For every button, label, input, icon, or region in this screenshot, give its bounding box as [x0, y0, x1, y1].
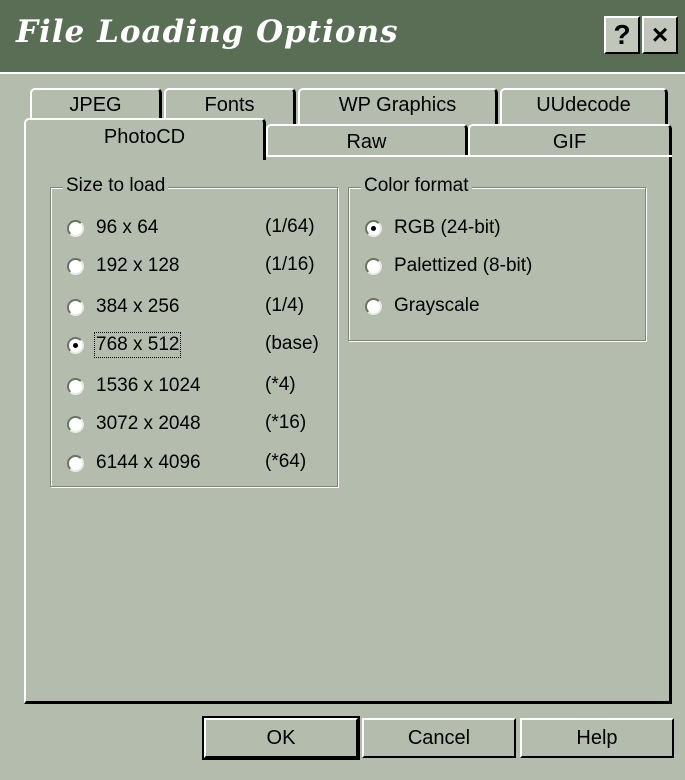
tab-gif[interactable]: GIF [468, 124, 672, 157]
color-option-label: Grayscale [394, 295, 480, 316]
radio-icon[interactable] [67, 454, 84, 472]
size-ratio: (base) [265, 333, 319, 354]
size-ratio: (*4) [265, 374, 296, 395]
size-option-label: 3072 x 2048 [96, 413, 201, 434]
file-loading-options-dialog: File Loading Options ? × JPEG Fonts WP G… [0, 0, 685, 780]
size-option-label: 192 x 128 [96, 255, 180, 276]
radio-icon[interactable] [365, 297, 382, 315]
tab-photocd-label: PhotoCD [103, 126, 186, 148]
size-option-3072x2048[interactable]: 3072 x 2048 [67, 410, 201, 438]
size-ratio: (*16) [265, 412, 307, 433]
size-to-load-group: Size to load 96 x 64 (1/64) 192 x 128 (1… [50, 175, 338, 487]
help-button[interactable]: Help [520, 718, 674, 758]
radio-icon[interactable] [67, 219, 84, 237]
size-ratio: (1/4) [265, 295, 305, 316]
size-option-label: 6144 x 4096 [96, 452, 201, 473]
size-option-label: 96 x 64 [96, 217, 159, 238]
radio-selected-icon[interactable] [365, 219, 382, 237]
size-option-label: 1536 x 1024 [96, 375, 201, 396]
title-bar[interactable]: File Loading Options ? × [0, 0, 685, 74]
tab-gif-label: GIF [552, 131, 587, 153]
size-option-label: 384 x 256 [96, 296, 180, 317]
size-option-6144x4096[interactable]: 6144 x 4096 [67, 449, 201, 477]
size-ratio: (1/64) [265, 216, 315, 237]
size-ratio: (*64) [265, 451, 307, 472]
radio-icon[interactable] [67, 377, 84, 395]
radio-icon[interactable] [365, 257, 382, 275]
size-option-96x64[interactable]: 96 x 64 [67, 214, 158, 242]
tab-fonts-label: Fonts [204, 94, 255, 116]
cancel-button[interactable]: Cancel [362, 718, 516, 758]
color-format-group: Color format RGB (24-bit) Palettized (8-… [348, 175, 646, 341]
ok-button[interactable]: OK [202, 716, 360, 760]
tab-wp-graphics[interactable]: WP Graphics [298, 88, 498, 124]
tab-photocd[interactable]: PhotoCD [24, 118, 266, 160]
tab-raw-label: Raw [346, 131, 387, 153]
color-option-palettized[interactable]: Palettized (8-bit) [365, 252, 532, 280]
color-format-legend: Color format [361, 175, 472, 197]
tab-wp-graphics-label: WP Graphics [338, 94, 457, 116]
color-option-grayscale[interactable]: Grayscale [365, 292, 480, 320]
size-option-768x512[interactable]: 768 x 512 [67, 331, 182, 359]
window-title: File Loading Options [16, 14, 399, 50]
tab-uudecode-label: UUdecode [536, 94, 631, 116]
panel-top-edge [266, 155, 672, 157]
size-option-label: 768 x 512 [93, 332, 182, 358]
color-option-label: Palettized (8-bit) [394, 255, 533, 276]
size-to-load-legend: Size to load [63, 175, 169, 197]
radio-icon[interactable] [67, 257, 84, 275]
radio-selected-icon[interactable] [67, 336, 84, 354]
close-button[interactable]: × [642, 16, 678, 54]
radio-icon[interactable] [67, 298, 84, 316]
size-option-384x256[interactable]: 384 x 256 [67, 293, 179, 321]
size-option-192x128[interactable]: 192 x 128 [67, 252, 179, 280]
size-ratio: (1/16) [265, 254, 315, 275]
color-option-label: RGB (24-bit) [394, 217, 501, 238]
tab-panel-photocd: Size to load 96 x 64 (1/64) 192 x 128 (1… [24, 155, 672, 704]
tab-uudecode[interactable]: UUdecode [500, 88, 668, 124]
radio-icon[interactable] [67, 415, 84, 433]
color-option-rgb[interactable]: RGB (24-bit) [365, 214, 501, 242]
size-option-1536x1024[interactable]: 1536 x 1024 [67, 372, 201, 400]
tab-raw[interactable]: Raw [266, 124, 468, 157]
tab-jpeg-label: JPEG [69, 94, 122, 116]
help-title-button[interactable]: ? [604, 16, 640, 54]
